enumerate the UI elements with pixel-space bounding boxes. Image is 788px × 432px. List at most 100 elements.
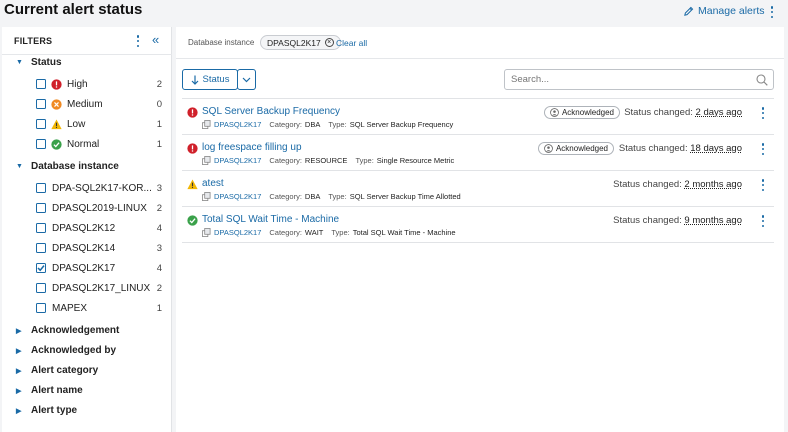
filter-section-title: Acknowledged by [31,345,117,356]
filter-count: 1 [156,138,162,150]
acknowledged-label: Acknowledged [561,108,614,117]
page-more-menu-icon[interactable] [767,6,777,18]
user-icon [544,144,553,153]
alert-instance-link[interactable]: DPASQL2K17 [214,228,261,237]
clear-all-link[interactable]: Clear all [336,38,367,48]
alert-more-menu-icon[interactable] [758,107,768,119]
search-input[interactable] [505,70,745,89]
alert-instance-link[interactable]: DPASQL2K17 [214,192,261,201]
alert-instance-link[interactable]: DPASQL2K17 [214,156,261,165]
warning-circle-icon [51,98,62,110]
filter-label: MAPEX [52,302,88,314]
filter-section-alert-type[interactable]: ▶ Alert type [16,405,77,416]
filter-count: 1 [156,118,162,130]
error-icon [187,107,198,118]
category-label: Category: [269,120,302,129]
alert-instance-link[interactable]: DPASQL2K17 [214,120,261,129]
alert-more-menu-icon[interactable] [758,215,768,227]
status-changed-label: Status changed: [618,143,688,154]
manage-alerts-link[interactable]: Manage alerts [683,5,765,17]
alert-category: RESOURCE [304,156,348,165]
filter-label: DPASQL2K17 [52,262,116,274]
user-icon [550,108,559,117]
checkbox[interactable] [36,139,46,149]
checkbox[interactable] [36,119,46,129]
error-icon [187,143,198,154]
filter-label: High [67,78,88,90]
alert-more-menu-icon[interactable] [758,143,768,155]
alert-name-link[interactable]: SQL Server Backup Frequency [202,106,340,117]
db-instance-filter[interactable]: DPASQL2K12 4 [36,221,162,235]
remove-filter-icon[interactable]: × [324,38,334,47]
alert-name-link[interactable]: atest [202,178,224,189]
checkbox[interactable] [36,243,46,253]
chevron-down-icon [242,77,251,82]
alert-category: DBA [304,192,321,201]
checkbox[interactable] [36,99,46,109]
database-instance-section-header[interactable]: ▼ Database instance [16,161,119,172]
filter-count: 2 [156,78,162,90]
page-title: Current alert status [4,1,143,18]
filters-title: FILTERS [14,36,53,46]
sort-dropdown-button[interactable] [237,69,256,90]
database-server-icon [202,228,211,237]
type-label: Type: [331,228,350,237]
collapse-sidebar-icon[interactable]: « [152,32,159,47]
filter-section-alert-name[interactable]: ▶ Alert name [16,385,83,396]
checkbox[interactable] [36,203,46,213]
check-circle-icon [51,138,62,150]
checkbox[interactable] [36,263,46,273]
filter-count: 1 [156,302,162,314]
page-header: Current alert status Manage alerts [0,0,788,24]
db-instance-filter[interactable]: DPASQL2019-LINUX 2 [36,201,162,215]
filter-section-alert-category[interactable]: ▶ Alert category [16,365,98,376]
filter-label: DPA-SQL2K17-KOR... [52,182,152,194]
filter-count: 3 [156,242,162,254]
alert-type: SQL Server Backup Time Allotted [349,192,461,201]
db-instance-filter[interactable]: DPASQL2K17_LINUX 2 [36,281,162,295]
filter-count: 2 [156,282,162,294]
status-filter-normal[interactable]: Normal 1 [36,137,162,151]
db-instance-filter[interactable]: DPA-SQL2K17-KOR... 3 [36,181,162,195]
checkbox[interactable] [36,303,46,313]
status-changed: Status changed: 18 days ago [619,143,742,154]
db-instance-filter[interactable]: DPASQL2K17 4 [36,261,162,275]
type-label: Type: [328,120,347,129]
caret-right-icon: ▶ [16,347,22,355]
db-instance-filter[interactable]: MAPEX 1 [36,301,162,315]
status-filter-low[interactable]: Low 1 [36,117,162,131]
alert-more-menu-icon[interactable] [758,179,768,191]
caret-down-icon: ▼ [16,163,23,170]
status-changed-label: Status changed: [613,215,682,226]
checkbox[interactable] [36,79,46,89]
filter-label: Medium [67,98,103,110]
status-sort-button[interactable]: Status [182,69,238,90]
status-changed-label: Status changed: [613,179,682,190]
status-section-header[interactable]: ▼ Status [16,57,62,68]
status-filter-medium[interactable]: Medium 0 [36,97,162,111]
checkmark-icon [37,265,45,272]
alert-row: Total SQL Wait Time - Machine DPASQL2K17… [182,207,774,243]
filter-label: DPASQL2K14 [52,242,116,254]
alert-name-link[interactable]: log freespace filling up [202,142,302,153]
alert-name-link[interactable]: Total SQL Wait Time - Machine [202,214,339,225]
checkbox[interactable] [36,283,46,293]
status-filter-high[interactable]: High 2 [36,77,162,91]
search-icon[interactable] [756,74,768,86]
alert-type: SQL Server Backup Frequency [349,120,454,129]
alert-meta: DPASQL2K17 Category: RESOURCE Type: Sing… [202,156,459,165]
checkbox[interactable] [36,183,46,193]
filter-label: Normal [67,138,100,150]
filter-section-acknowledged-by[interactable]: ▶ Acknowledged by [16,345,116,356]
db-instance-filter[interactable]: DPASQL2K14 3 [36,241,162,255]
filter-section-acknowledgement[interactable]: ▶ Acknowledgement [16,325,119,336]
status-sort-label: Status [202,74,230,85]
database-server-icon [202,156,211,165]
filters-more-menu-icon[interactable] [133,35,143,47]
error-icon [51,78,62,90]
acknowledged-badge: Acknowledged [537,142,614,155]
checkbox[interactable] [36,223,46,233]
alert-row: SQL Server Backup Frequency DPASQL2K17 C… [182,99,774,135]
manage-alerts-label: Manage alerts [698,5,765,17]
alert-meta: DPASQL2K17 Category: DBA Type: SQL Serve… [202,120,458,129]
